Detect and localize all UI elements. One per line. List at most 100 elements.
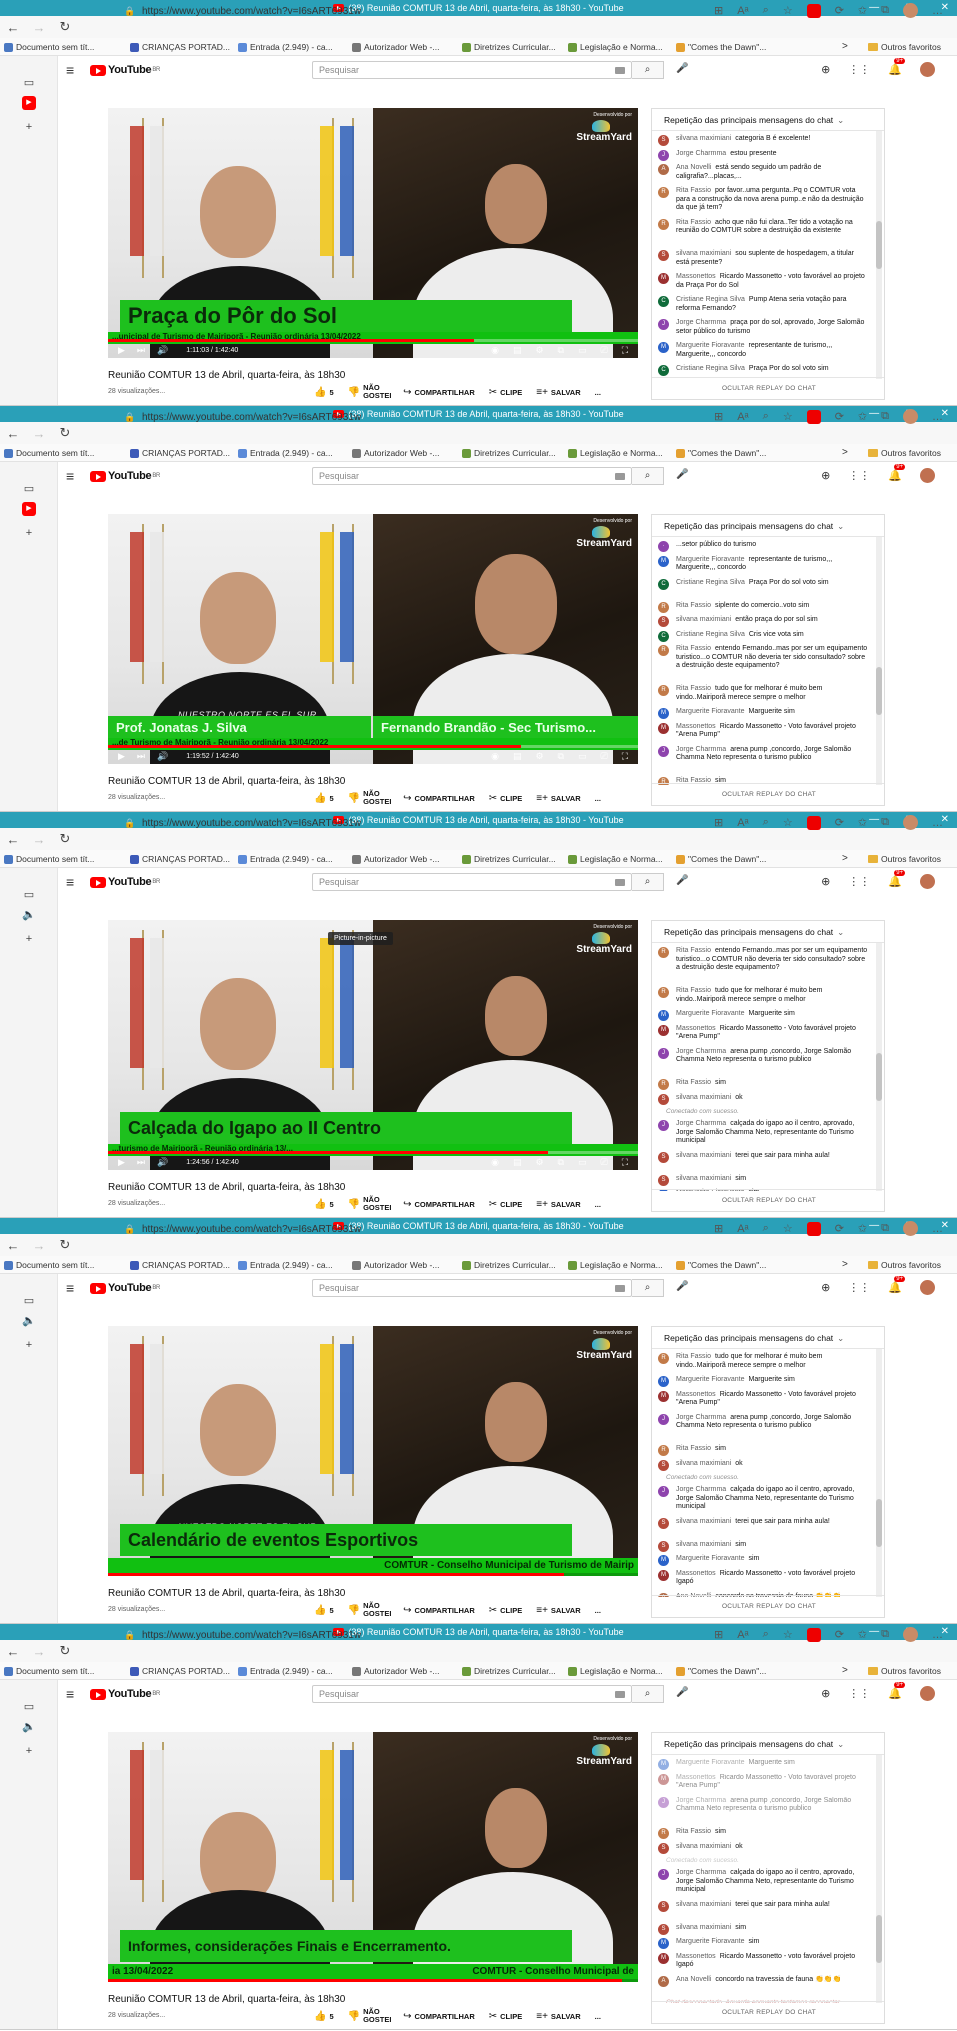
screen-recorder-icon[interactable] bbox=[806, 1221, 821, 1236]
bookmark-item[interactable]: "Comes the Dawn"... bbox=[676, 42, 766, 52]
bookmark-item[interactable]: CRIANÇAS PORTAD... bbox=[130, 42, 230, 52]
user-avatar[interactable] bbox=[920, 468, 935, 483]
create-video-icon[interactable]: ⊕ bbox=[821, 875, 830, 888]
chat-scrollbar[interactable] bbox=[876, 1349, 882, 1597]
forward-icon[interactable]: → bbox=[26, 20, 52, 35]
favorite-icon[interactable]: ☆ bbox=[783, 1628, 793, 1641]
back-icon[interactable]: ← bbox=[0, 832, 26, 847]
notifications-bell-icon[interactable]: 🔔 9+ bbox=[888, 58, 906, 76]
browser-menu-icon[interactable]: … bbox=[932, 5, 943, 17]
collections-icon[interactable]: ⧉ bbox=[881, 410, 889, 423]
microphone-icon[interactable]: 🎤 bbox=[676, 469, 688, 480]
play-icon[interactable]: ▶ bbox=[118, 1157, 125, 1168]
search-button[interactable]: ⌕ bbox=[632, 61, 664, 79]
bookmark-item[interactable]: CRIANÇAS PORTAD... bbox=[130, 1666, 230, 1676]
autoplay-toggle-icon[interactable]: ◉ bbox=[491, 751, 499, 762]
extensions-icon[interactable]: ⟳ bbox=[835, 410, 844, 423]
volume-icon[interactable]: 🔊 bbox=[157, 1157, 168, 1168]
video-player[interactable]: NUESTRO NORTE ES EL SURDesenvolvido porS… bbox=[108, 920, 638, 1170]
clip-button[interactable]: ✂ CLIPE bbox=[489, 1605, 522, 1616]
play-icon[interactable]: ▶ bbox=[118, 751, 125, 762]
chat-header[interactable]: Repetição das principais mensagens do ch… bbox=[652, 1733, 884, 1755]
dislike-button[interactable]: 👎 NÃO GOSTEI bbox=[348, 1196, 392, 1212]
youtube-sidebar-icon[interactable]: ▶ bbox=[22, 96, 36, 110]
chat-scrollbar[interactable] bbox=[876, 537, 882, 785]
chat-scrollbar[interactable] bbox=[876, 943, 882, 1191]
browser-menu-icon[interactable]: … bbox=[932, 817, 943, 829]
next-icon[interactable]: ⏭ bbox=[137, 1157, 145, 1168]
youtube-logo[interactable]: YouTube BR bbox=[90, 1688, 160, 1700]
search-button[interactable]: ⌕ bbox=[632, 873, 664, 891]
more-actions-button[interactable]: ... bbox=[595, 1606, 601, 1615]
zoom-icon[interactable]: ⌕ bbox=[763, 4, 769, 17]
video-player[interactable]: NUESTRO NORTE ES EL SURDesenvolvido porS… bbox=[108, 1326, 638, 1576]
browser-profile-avatar[interactable] bbox=[903, 3, 918, 18]
bookmark-item[interactable]: Entrada (2.949) - ca... bbox=[238, 1260, 333, 1270]
youtube-logo[interactable]: YouTube BR bbox=[90, 64, 160, 76]
tab-actions-icon[interactable]: ▭ bbox=[22, 888, 36, 902]
bookmark-item[interactable]: Autorizador Web -... bbox=[352, 1260, 439, 1270]
search-input[interactable]: Pesquisar bbox=[312, 467, 632, 485]
screen-recorder-icon[interactable] bbox=[806, 1627, 821, 1642]
bookmark-item[interactable]: "Comes the Dawn"... bbox=[676, 854, 766, 864]
youtube-logo[interactable]: YouTube BR bbox=[90, 876, 160, 888]
settings-gear-icon[interactable]: ⚙ bbox=[535, 751, 543, 762]
search-button[interactable]: ⌕ bbox=[632, 467, 664, 485]
share-button[interactable]: ↪ COMPARTILHAR bbox=[403, 1199, 475, 1210]
bookmark-item[interactable]: Documento sem tít... bbox=[4, 854, 94, 864]
menu-icon[interactable]: ≡ bbox=[66, 874, 74, 890]
bookmark-item[interactable]: Entrada (2.949) - ca... bbox=[238, 1666, 333, 1676]
miniplayer-icon[interactable]: ⧉ bbox=[558, 1157, 564, 1168]
share-button[interactable]: ↪ COMPARTILHAR bbox=[403, 387, 475, 398]
collections-icon[interactable]: ⧉ bbox=[881, 816, 889, 829]
settings-gear-icon[interactable]: ⚙ bbox=[535, 345, 543, 356]
favorite-icon[interactable]: ☆ bbox=[783, 410, 793, 423]
bookmark-item[interactable]: Documento sem tít... bbox=[4, 1666, 94, 1676]
search-input[interactable]: Pesquisar bbox=[312, 1685, 632, 1703]
theater-mode-icon[interactable]: ▭ bbox=[578, 345, 587, 356]
more-actions-button[interactable]: ... bbox=[595, 2012, 601, 2021]
chat-scrollbar-thumb[interactable] bbox=[876, 221, 882, 269]
bookmark-item[interactable]: Documento sem tít... bbox=[4, 448, 94, 458]
theater-mode-icon[interactable]: ▭ bbox=[578, 751, 587, 762]
split-view-icon[interactable]: ⊞ bbox=[714, 4, 723, 17]
address-bar[interactable]: 🔒 https://www.youtube.com/watch?v=I6sART6… bbox=[124, 409, 644, 425]
add-tab-icon[interactable]: + bbox=[22, 526, 36, 540]
hide-chat-replay-button[interactable]: OCULTAR REPLAY DO CHAT bbox=[652, 1189, 884, 1211]
video-player[interactable]: Desenvolvido por StreamYard Praça do Pôr d… bbox=[108, 108, 638, 358]
address-url[interactable]: https://www.youtube.com/watch?v=I6sART69… bbox=[142, 6, 361, 17]
reload-icon[interactable]: ↻ bbox=[52, 19, 78, 35]
fullscreen-icon[interactable]: ⛶ bbox=[622, 345, 628, 356]
menu-icon[interactable]: ≡ bbox=[66, 468, 74, 484]
save-button[interactable]: ≡+ SALVAR bbox=[536, 1605, 580, 1616]
address-bar[interactable]: 🔒 https://www.youtube.com/watch?v=I6sART6… bbox=[124, 1221, 644, 1237]
create-video-icon[interactable]: ⊕ bbox=[821, 1687, 830, 1700]
video-player[interactable]: NUESTRO NORTE ES EL SURDesenvolvido porS… bbox=[108, 1732, 638, 1982]
share-button[interactable]: ↪ COMPARTILHAR bbox=[403, 1605, 475, 1616]
reload-icon[interactable]: ↻ bbox=[52, 1237, 78, 1253]
dislike-button[interactable]: 👎 NÃO GOSTEI bbox=[348, 1602, 392, 1618]
autoplay-toggle-icon[interactable]: ◉ bbox=[491, 345, 499, 356]
browser-menu-icon[interactable]: … bbox=[932, 1223, 943, 1235]
clip-button[interactable]: ✂ CLIPE bbox=[489, 387, 522, 398]
miniplayer-icon[interactable]: ⧉ bbox=[558, 751, 564, 762]
subtitles-icon[interactable]: ▤ bbox=[513, 1157, 522, 1168]
zoom-icon[interactable]: ⌕ bbox=[763, 816, 769, 829]
volume-icon[interactable]: 🔊 bbox=[157, 751, 168, 762]
cast-icon[interactable]: ⎚ bbox=[600, 345, 607, 356]
add-tab-icon[interactable]: + bbox=[22, 1744, 36, 1758]
search-input[interactable]: Pesquisar bbox=[312, 61, 632, 79]
save-button[interactable]: ≡+ SALVAR bbox=[536, 387, 580, 398]
chat-scrollbar-thumb[interactable] bbox=[876, 1053, 882, 1101]
search-button[interactable]: ⌕ bbox=[632, 1685, 664, 1703]
more-actions-button[interactable]: ... bbox=[595, 794, 601, 803]
chat-scrollbar[interactable] bbox=[876, 1755, 882, 2003]
reload-icon[interactable]: ↻ bbox=[52, 1643, 78, 1659]
youtube-logo[interactable]: YouTube BR bbox=[90, 470, 160, 482]
keyboard-icon[interactable] bbox=[615, 1691, 625, 1698]
cast-icon[interactable]: ⎚ bbox=[600, 751, 607, 762]
extensions-icon[interactable]: ⟳ bbox=[835, 1222, 844, 1235]
audio-playing-icon[interactable]: 🔈 bbox=[22, 1720, 36, 1734]
tab-actions-icon[interactable]: ▭ bbox=[22, 1294, 36, 1308]
like-button[interactable]: 👍 5 bbox=[314, 1199, 334, 1210]
